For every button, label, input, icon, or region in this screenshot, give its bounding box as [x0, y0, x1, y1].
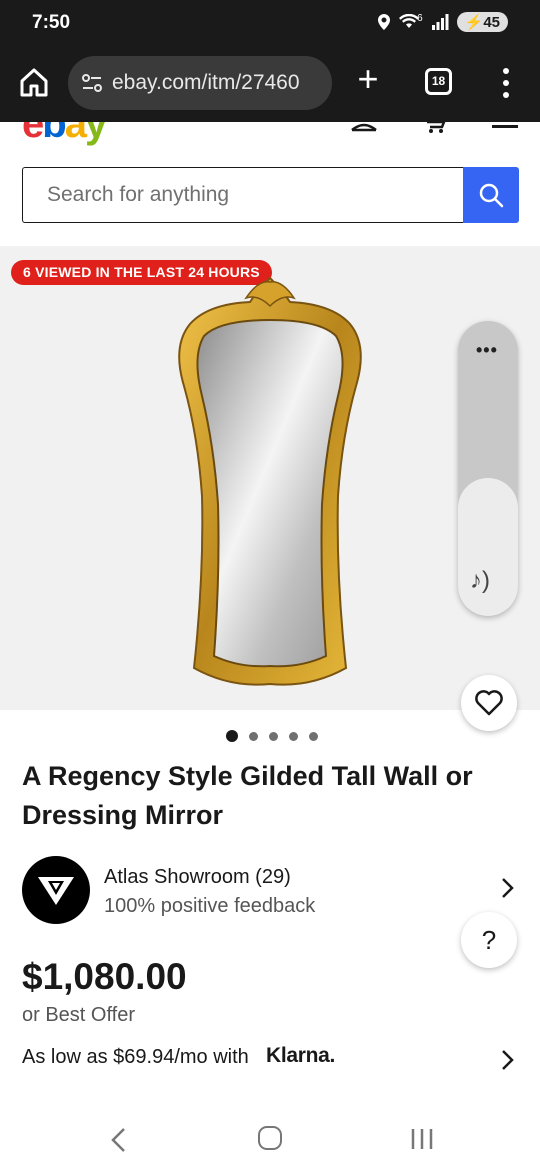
search-icon [479, 183, 504, 208]
status-bar: 7:50 6 ⚡45 [0, 0, 540, 48]
home-button[interactable] [16, 64, 52, 100]
product-title: A Regency Style Gilded Tall Wall or Dres… [22, 761, 473, 830]
best-offer-text: or Best Offer [22, 1004, 136, 1026]
seller-name[interactable]: Atlas Showroom (29) [104, 866, 291, 889]
more-horiz-icon[interactable]: ••• [476, 341, 498, 359]
home-nav-icon[interactable] [258, 1126, 282, 1150]
status-time: 7:50 [32, 12, 71, 33]
seller-info[interactable]: Atlas Showroom (29) 100% positive feedba… [22, 856, 520, 924]
site-settings-icon[interactable] [80, 71, 104, 95]
product-image[interactable] [160, 276, 380, 691]
hamburger-menu-icon[interactable] [492, 125, 518, 128]
url-bar[interactable]: ebay.com/itm/27460 [68, 56, 332, 110]
back-icon[interactable] [108, 1126, 128, 1154]
home-icon [20, 68, 48, 97]
seller-logo-icon [38, 877, 74, 905]
pagination-dot[interactable] [249, 731, 258, 741]
network-badge: 6 [417, 12, 423, 24]
signal-icon [431, 14, 449, 30]
wifi-icon [399, 14, 420, 28]
price: $1,080.00 [22, 956, 187, 997]
tabs-button[interactable]: 18 [425, 68, 452, 95]
klarna-financing[interactable]: As low as $69.94/mo with Klarna. [22, 1044, 520, 1074]
pagination-dot[interactable] [309, 731, 318, 741]
new-tab-button[interactable]: + [350, 61, 386, 98]
search-bar [22, 167, 519, 223]
recents-icon[interactable] [410, 1128, 434, 1150]
installment-text: As low as $69.94/mo with [22, 1046, 249, 1068]
system-nav-bar [0, 1108, 540, 1170]
product-image-gallery[interactable]: 6 VIEWED IN THE LAST 24 HOURS ••• ♪) [0, 246, 540, 710]
search-input[interactable] [22, 167, 463, 223]
chevron-right-icon[interactable] [498, 1048, 516, 1072]
watch-button[interactable] [461, 675, 517, 731]
more-menu-button[interactable] [494, 66, 518, 100]
seller-feedback: 100% positive feedback [104, 895, 316, 917]
help-button[interactable]: ? [461, 912, 517, 968]
chevron-right-icon[interactable] [498, 876, 516, 900]
url-text: ebay.com/itm/27460 [112, 71, 300, 94]
pagination-dot[interactable] [269, 731, 278, 741]
battery-indicator: ⚡45 [456, 12, 508, 32]
ebay-header: ebay [0, 122, 540, 146]
browser-toolbar: ebay.com/itm/27460 + 18 [0, 48, 540, 122]
media-volume-panel[interactable]: ••• ♪) [458, 321, 518, 616]
seller-avatar [22, 856, 90, 924]
more-vert-icon [503, 68, 509, 74]
plus-icon: + [357, 58, 379, 99]
status-icons: 6 ⚡45 [377, 12, 508, 32]
music-note-icon[interactable]: ♪) [470, 567, 490, 595]
volume-level [458, 478, 518, 616]
account-icon[interactable] [350, 122, 378, 134]
cart-icon[interactable] [424, 122, 448, 136]
heart-icon [475, 690, 503, 716]
battery-level: 45 [483, 14, 500, 31]
search-button[interactable] [463, 167, 519, 223]
image-pagination[interactable] [226, 730, 318, 742]
pagination-dot[interactable] [289, 731, 298, 741]
pagination-dot[interactable] [226, 730, 238, 742]
ebay-logo[interactable]: ebay [22, 122, 107, 146]
location-icon [378, 14, 391, 30]
klarna-logo: Klarna. [266, 1044, 336, 1067]
